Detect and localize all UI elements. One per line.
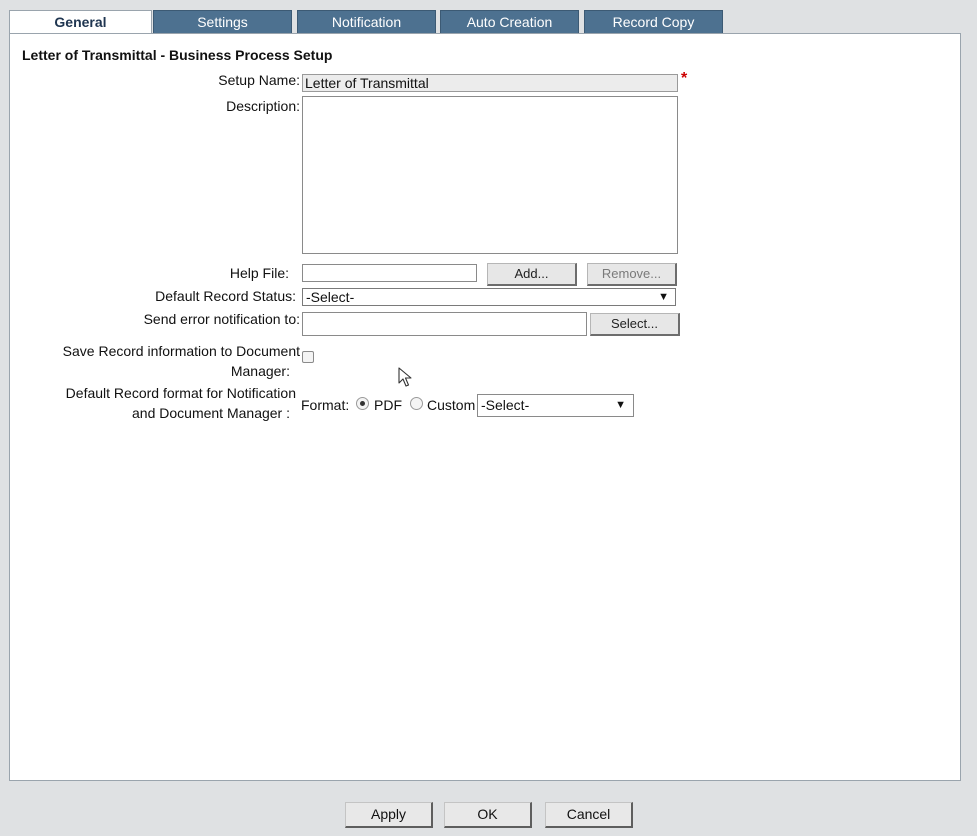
tab-general[interactable]: General: [9, 10, 152, 35]
format-custom-label: Custom: [427, 397, 476, 413]
send-error-notification-input[interactable]: [302, 312, 587, 336]
description-label: Description:: [226, 98, 300, 114]
save-record-info-label-line1: Save Record information to Document: [62, 343, 300, 359]
help-file-label: Help File:: [229, 265, 289, 281]
tab-record-copy[interactable]: Record Copy: [584, 10, 723, 33]
default-record-status-value: -Select-: [306, 289, 355, 305]
cancel-button[interactable]: Cancel: [545, 802, 633, 828]
help-file-input[interactable]: [302, 264, 477, 282]
send-error-select-button[interactable]: Select...: [590, 313, 680, 336]
tab-auto-creation[interactable]: Auto Creation: [440, 10, 579, 33]
chevron-down-icon: ▼: [615, 399, 626, 411]
default-record-status-label: Default Record Status:: [155, 288, 296, 304]
ok-button[interactable]: OK: [444, 802, 532, 828]
setup-name-input[interactable]: Letter of Transmittal: [302, 74, 678, 92]
default-record-status-select[interactable]: -Select- ▼: [302, 288, 676, 306]
description-textarea[interactable]: [302, 96, 678, 254]
format-custom-radio[interactable]: [410, 397, 423, 410]
help-file-remove-button[interactable]: Remove...: [587, 263, 677, 286]
tab-settings[interactable]: Settings: [153, 10, 292, 33]
format-pdf-label: PDF: [374, 397, 402, 413]
section-title: Letter of Transmittal - Business Process…: [22, 47, 333, 63]
tab-notification[interactable]: Notification: [297, 10, 436, 33]
save-record-info-label-line2: Manager:: [230, 363, 290, 379]
custom-format-select[interactable]: -Select- ▼: [477, 394, 634, 417]
default-record-format-label-line1: Default Record format for Notification: [65, 385, 296, 401]
save-record-info-checkbox[interactable]: [302, 351, 314, 363]
required-marker: *: [681, 70, 688, 87]
custom-format-value: -Select-: [481, 397, 530, 413]
send-error-notification-label: Send error notification to:: [143, 311, 300, 327]
help-file-add-button[interactable]: Add...: [487, 263, 577, 286]
apply-button[interactable]: Apply: [345, 802, 433, 828]
setup-name-label: Setup Name:: [218, 72, 300, 88]
chevron-down-icon: ▼: [658, 291, 669, 303]
format-pdf-radio[interactable]: [356, 397, 369, 410]
default-record-format-label-line2: and Document Manager :: [132, 405, 290, 421]
general-panel: Letter of Transmittal - Business Process…: [9, 33, 961, 781]
format-label: Format:: [301, 397, 350, 413]
mouse-pointer-icon: [398, 367, 412, 387]
